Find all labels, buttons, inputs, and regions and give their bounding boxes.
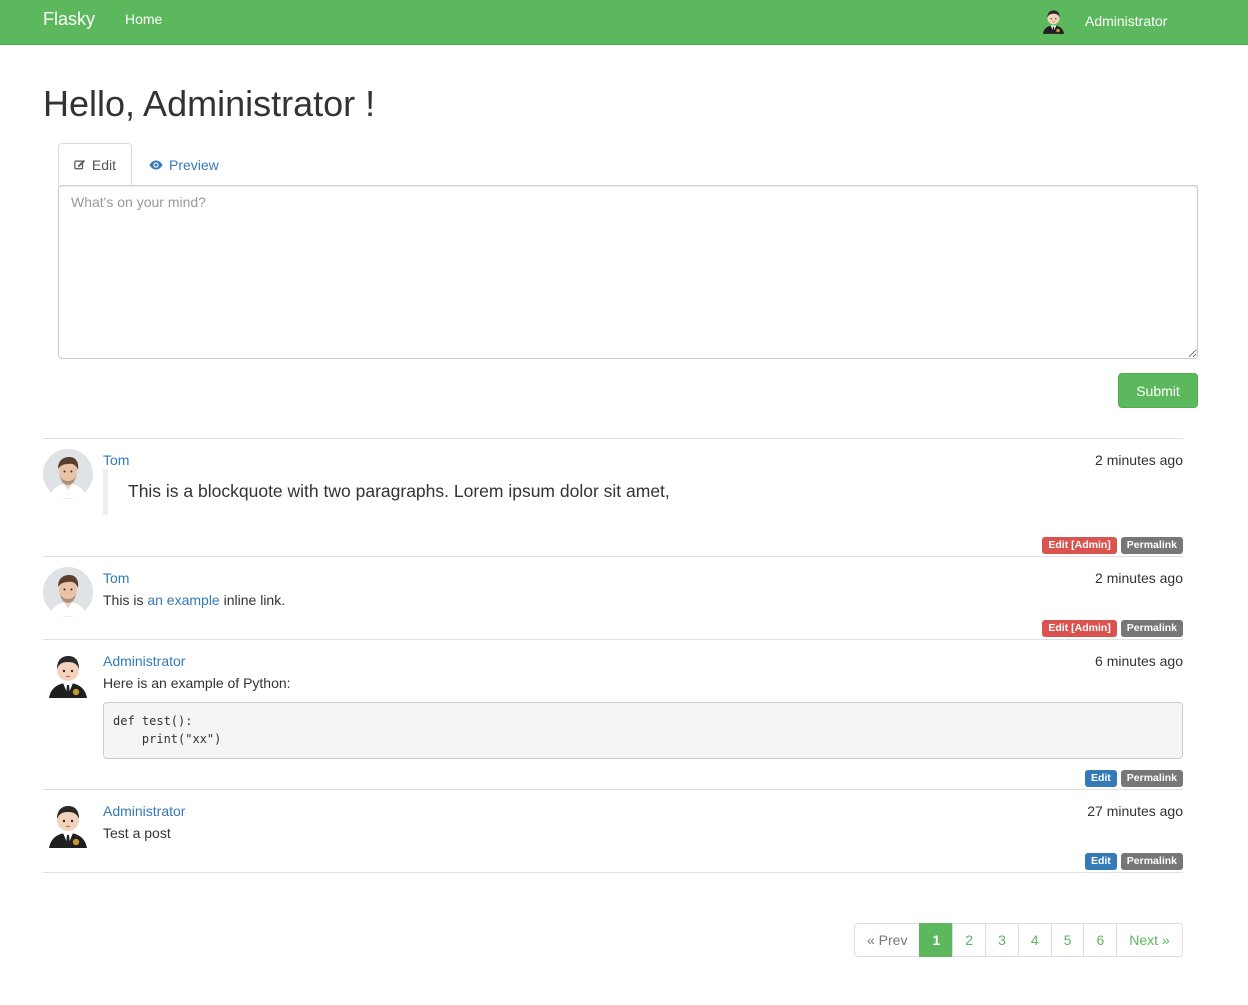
code-block: def test(): print("xx") (103, 702, 1183, 759)
brand-link[interactable]: Flasky (43, 8, 95, 30)
post-author-link[interactable]: Tom (103, 570, 129, 587)
post-body: This is an example inline link. (103, 590, 1183, 610)
nav-home-link[interactable]: Home (125, 11, 162, 28)
post-list: Tom 2 minutes ago This is a blockquote w… (43, 438, 1183, 873)
man-avatar-icon[interactable] (43, 567, 93, 617)
admin-avatar-icon[interactable] (43, 650, 93, 700)
post-text: Test a post (103, 825, 171, 841)
pagination-page-3[interactable]: 3 (985, 923, 1019, 957)
pencil-square-icon (74, 159, 86, 170)
post-date: 27 minutes ago (1087, 803, 1183, 819)
pagination-prev[interactable]: « Prev (854, 923, 921, 957)
post-actions: Edit [Admin] Permalink (1042, 537, 1183, 554)
inline-link[interactable]: an example (147, 592, 219, 608)
permalink-button[interactable]: Permalink (1120, 537, 1183, 554)
permalink-button[interactable]: Permalink (1120, 770, 1183, 787)
admin-avatar-icon (1043, 2, 1071, 40)
post-author-link[interactable]: Administrator (103, 803, 185, 820)
post-date: 2 minutes ago (1095, 570, 1183, 586)
edit-admin-button[interactable]: Edit [Admin] (1042, 537, 1117, 554)
post-body: Here is an example of Python: (103, 673, 1183, 693)
post-date: 2 minutes ago (1095, 452, 1183, 468)
post-item: Administrator 6 minutes ago Here is an e… (43, 640, 1183, 790)
pagination: « Prev 1 2 3 4 5 6 Next » (854, 923, 1183, 957)
blockquote-text: This is a blockquote with two paragraphs… (128, 481, 670, 501)
pagination-page-6[interactable]: 6 (1083, 923, 1118, 957)
pagination-page-1[interactable]: 1 (919, 923, 954, 957)
edit-button[interactable]: Edit (1084, 770, 1117, 787)
post-text: Here is an example of Python: (103, 675, 291, 691)
admin-avatar-icon[interactable] (43, 800, 93, 850)
post-author-link[interactable]: Tom (103, 452, 129, 469)
man-avatar-icon[interactable] (43, 449, 93, 499)
pagination-page-4[interactable]: 4 (1017, 923, 1052, 957)
post-item: Tom 2 minutes ago This is an example inl… (43, 557, 1183, 640)
tab-edit-label: Edit (91, 156, 116, 173)
tab-edit[interactable]: Edit (58, 143, 132, 186)
post-author-link[interactable]: Administrator (103, 653, 185, 670)
nav-user-label: Administrator (1085, 13, 1168, 29)
edit-button[interactable]: Edit (1084, 853, 1117, 870)
edit-admin-button[interactable]: Edit [Admin] (1042, 620, 1117, 637)
post-text: inline link. (223, 592, 286, 608)
post-body: Test a post (103, 823, 1183, 843)
tab-preview[interactable]: Preview (134, 143, 234, 186)
post-actions: Edit [Admin] Permalink (1042, 620, 1183, 637)
post-item: Administrator 27 minutes ago Test a post… (43, 790, 1183, 873)
navbar: Flasky Home Administrator (0, 0, 1248, 45)
pagination-next[interactable]: Next » (1116, 923, 1183, 957)
submit-button[interactable]: Submit (1118, 373, 1198, 408)
eye-icon (149, 160, 163, 169)
permalink-button[interactable]: Permalink (1120, 620, 1183, 637)
tab-preview-label: Preview (169, 156, 219, 173)
pagination-page-2[interactable]: 2 (952, 923, 987, 957)
page-title: Hello, Administrator ! (43, 83, 376, 124)
post-item: Tom 2 minutes ago This is a blockquote w… (43, 439, 1183, 557)
pagination-page-5[interactable]: 5 (1050, 923, 1085, 957)
post-date: 6 minutes ago (1095, 653, 1183, 669)
post-text: This is (103, 592, 144, 608)
post-actions: Edit Permalink (1084, 853, 1183, 870)
editor-tabs: Edit Preview (58, 143, 1198, 186)
permalink-button[interactable]: Permalink (1120, 853, 1183, 870)
post-body-input[interactable] (58, 185, 1198, 359)
post-actions: Edit Permalink (1084, 770, 1183, 787)
nav-user-menu[interactable]: Administrator (1043, 2, 1167, 40)
post-blockquote: This is a blockquote with two paragraphs… (103, 469, 1183, 515)
